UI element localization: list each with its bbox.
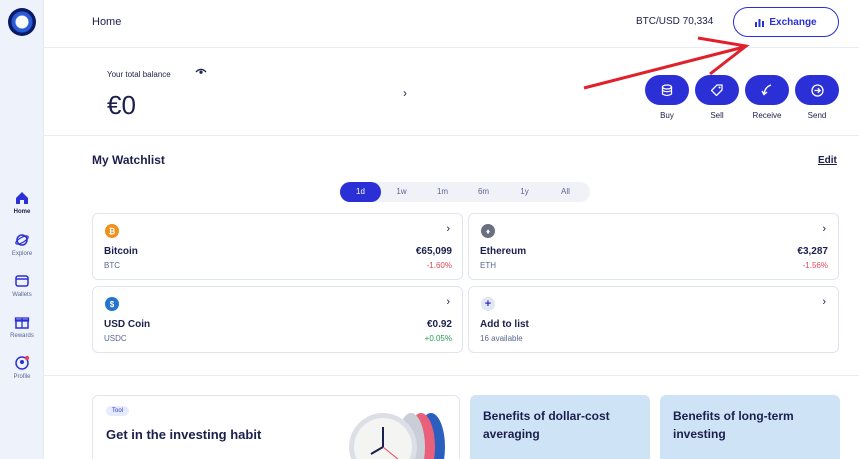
balance-value: €0 [107,90,136,120]
exchange-button[interactable]: Exchange [733,7,839,37]
asset-price: €0.92 [426,319,452,330]
receive-label: Receive [752,111,782,120]
balance-label: Your total balance [107,70,171,79]
chevron-right-icon: › [822,296,826,308]
asset-change: -1.60% [426,261,452,270]
section-divider [44,375,859,376]
buy-label: Buy [660,111,674,120]
wallet-icon [15,275,29,287]
promo-title: Benefits of dollar-cost averaging [483,409,610,441]
sidebar-item-explore[interactable]: Explore [0,232,44,257]
breadcrumb: Home [92,16,122,28]
period-1d[interactable]: 1d [340,182,381,202]
sidebar-item-label: Wallets [12,292,32,298]
chevron-right-icon: › [446,223,450,235]
period-selector: 1d 1w 1m 6m 1y All [340,182,590,202]
period-1m[interactable]: 1m [422,182,463,202]
asset-symbol: USDC [104,334,127,343]
eye-icon[interactable] [195,68,207,76]
sidebar-item-label: Home [13,209,31,215]
sidebar-item-home[interactable]: Home [0,190,44,215]
add-to-list-title: Add to list [480,319,529,330]
asset-name: USD Coin [104,319,151,330]
asset-card-ethereum[interactable]: ♦ › Ethereum ETH €3,287 -1.56% [468,213,839,280]
receive-button[interactable]: Receive [744,75,790,120]
clock-illustration [349,413,445,459]
chevron-right-icon[interactable]: › [403,86,407,100]
add-to-list-card[interactable]: + › Add to list 16 available [468,286,839,353]
bar-chart-icon [755,18,765,27]
period-all[interactable]: All [545,182,586,202]
tool-badge: Tool [106,406,130,416]
asset-change: -1.56% [802,261,828,270]
sell-label: Sell [710,111,724,120]
asset-symbol: BTC [104,261,120,270]
asset-name: Bitcoin [104,246,138,257]
bitcoin-icon: ₿ [105,224,119,238]
plus-icon: + [481,297,495,311]
app-logo[interactable] [8,8,36,36]
chevron-right-icon: › [822,223,826,235]
asset-change: +0.05% [424,334,452,343]
sidebar-item-rewards[interactable]: Rewards [0,314,44,339]
period-6m[interactable]: 6m [463,182,504,202]
watchlist-edit-link[interactable]: Edit [818,155,837,166]
sidebar: Home Explore Wallets Rewards Profile [0,0,44,459]
asset-card-usd-coin[interactable]: $ › USD Coin USDC €0.92 +0.05% [92,286,463,353]
promo-card-investing-habit[interactable]: Tool Get in the investing habit [92,395,460,459]
annotation-arrow [583,36,750,90]
gift-icon [14,317,30,329]
sidebar-item-label: Profile [13,374,31,380]
ethereum-icon: ♦ [481,224,495,238]
send-label: Send [807,111,827,120]
sidebar-item-label: Explore [11,251,33,257]
promo-title: Benefits of long-term investing [673,409,794,441]
home-icon [16,192,28,204]
period-1y[interactable]: 1y [504,182,545,202]
add-to-list-subtitle: 16 available [480,334,523,343]
receive-arrow-icon [761,84,772,96]
send-button[interactable]: Send [794,75,840,120]
asset-name: Ethereum [480,246,527,257]
sidebar-item-wallets[interactable]: Wallets [0,273,44,298]
send-arrow-icon [810,83,824,97]
asset-symbol: ETH [480,261,496,270]
profile-icon [15,355,30,370]
asset-card-bitcoin[interactable]: ₿ › Bitcoin BTC €65,099 -1.60% [92,213,463,280]
btc-usd-ticker: BTC/USD 70,334 [636,16,714,27]
promo-title: Get in the investing habit [106,427,262,442]
promo-card-dollar-cost-averaging[interactable]: Benefits of dollar-cost averaging [470,395,650,459]
asset-price: €3,287 [797,246,828,257]
usd-coin-icon: $ [105,297,119,311]
asset-price: €65,099 [415,246,452,257]
period-1w[interactable]: 1w [381,182,422,202]
chevron-right-icon: › [446,296,450,308]
explore-icon [15,234,29,246]
exchange-button-label: Exchange [769,16,817,28]
sidebar-item-label: Rewards [10,333,34,339]
watchlist-title: My Watchlist [92,153,165,167]
sidebar-item-profile[interactable]: Profile [0,355,44,380]
promo-card-long-term-investing[interactable]: Benefits of long-term investing [660,395,840,459]
